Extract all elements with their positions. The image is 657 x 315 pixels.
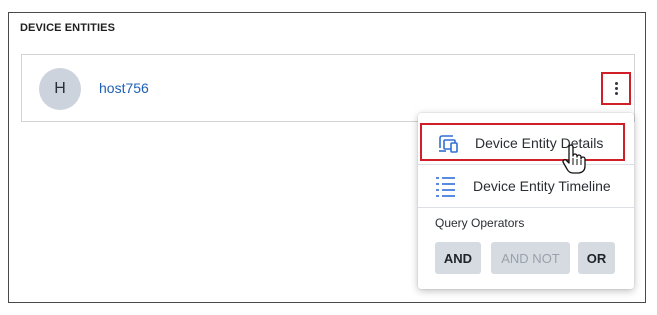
- panel-title: DEVICE ENTITIES: [20, 22, 116, 34]
- and-not-operator-button[interactable]: AND NOT: [491, 242, 570, 274]
- or-operator-button[interactable]: OR: [578, 242, 615, 274]
- menu-item-device-entity-timeline[interactable]: Device Entity Timeline: [418, 166, 634, 206]
- menu-item-device-entity-details[interactable]: Device Entity Details: [420, 123, 625, 161]
- divider: [418, 164, 634, 165]
- entity-card: H host756: [21, 54, 635, 122]
- more-options-button[interactable]: [601, 72, 631, 105]
- kebab-dot: [614, 87, 618, 90]
- query-operators-label: Query Operators: [435, 216, 525, 230]
- entity-name-link[interactable]: host756: [99, 80, 149, 96]
- and-operator-button[interactable]: AND: [435, 242, 481, 274]
- entity-actions-dropdown: Device Entity Details Device Entity Time…: [418, 113, 634, 289]
- menu-item-label: Device Entity Details: [475, 135, 604, 151]
- menu-item-label: Device Entity Timeline: [473, 178, 611, 194]
- timeline-list-icon: [434, 175, 456, 197]
- divider: [418, 207, 634, 208]
- kebab-dot: [614, 92, 618, 95]
- avatar: H: [39, 68, 81, 110]
- device-details-icon: [438, 132, 460, 154]
- kebab-dot: [614, 82, 618, 85]
